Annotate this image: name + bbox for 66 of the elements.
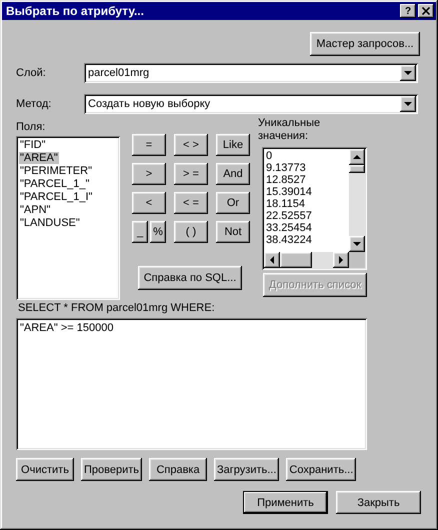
field-item[interactable]: "AREA" — [19, 152, 59, 164]
operator-button[interactable]: And — [216, 163, 250, 185]
operator-button[interactable]: = — [132, 134, 166, 156]
operator-button[interactable]: _ — [132, 221, 148, 243]
operator-button[interactable]: > = — [174, 163, 208, 185]
triangle-up-icon — [353, 155, 361, 159]
field-item[interactable]: "FID" — [19, 139, 47, 151]
scroll-thumb[interactable] — [280, 252, 312, 268]
value-item[interactable]: 18.1154 — [266, 198, 347, 210]
operator-button[interactable]: Like — [216, 134, 250, 156]
help-button[interactable]: ? — [400, 4, 416, 18]
layer-label: Слой: — [15, 67, 47, 79]
field-item[interactable]: "APN" — [19, 204, 52, 216]
sql-help-button[interactable]: Справка по SQL... — [138, 266, 242, 290]
action-button[interactable]: Загрузить... — [214, 458, 280, 481]
field-item[interactable]: "PERIMETER" — [19, 165, 93, 177]
value-item[interactable]: 33.25454 — [266, 222, 347, 234]
window-title: Выбрать по атрибуту... — [6, 4, 145, 18]
action-button[interactable]: Сохранить... — [286, 458, 356, 481]
scroll-down-button[interactable] — [349, 236, 365, 252]
operator-button[interactable]: < > — [174, 134, 208, 156]
operator-button[interactable]: Or — [216, 192, 250, 214]
close-button[interactable] — [418, 4, 434, 18]
close-icon — [422, 7, 430, 15]
value-item[interactable]: 12.8527 — [266, 174, 347, 186]
horizontal-scrollbar[interactable] — [264, 252, 349, 268]
dropdown-arrow-button[interactable] — [400, 65, 416, 81]
triangle-down-icon — [404, 71, 412, 75]
value-item[interactable]: 38.43224 — [266, 234, 347, 246]
triangle-down-icon — [404, 102, 412, 106]
scroll-right-button[interactable] — [333, 252, 349, 268]
operator-button[interactable]: < — [132, 192, 166, 214]
query-wizard-button[interactable]: Мастер запросов... — [310, 32, 420, 56]
dialog-button[interactable]: Закрыть — [336, 491, 421, 514]
action-button[interactable]: Очистить — [16, 458, 74, 481]
query-field[interactable]: "AREA" >= 150000 — [16, 318, 367, 450]
operator-button[interactable]: > — [132, 163, 166, 185]
action-button[interactable]: Проверить — [81, 458, 142, 481]
scrollbar-corner — [349, 252, 365, 268]
action-button[interactable]: Справка — [149, 458, 208, 481]
operator-button[interactable]: Not — [216, 221, 250, 243]
fields-label: Поля: — [16, 121, 46, 133]
dropdown-arrow-button[interactable] — [400, 96, 416, 112]
scroll-up-button[interactable] — [349, 149, 365, 165]
triangle-right-icon — [339, 256, 343, 264]
method-dropdown[interactable]: Создать новую выборку — [84, 94, 418, 114]
vertical-scrollbar[interactable] — [349, 149, 365, 252]
scroll-left-button[interactable] — [264, 252, 280, 268]
method-label: Метод: — [15, 98, 52, 110]
scroll-thumb[interactable] — [349, 165, 365, 173]
triangle-down-icon — [353, 242, 361, 246]
value-item[interactable]: 15.39014 — [266, 186, 347, 198]
operator-button[interactable]: % — [150, 221, 166, 243]
value-item[interactable]: 9.13773 — [266, 162, 347, 174]
field-item[interactable]: "LANDUSE" — [19, 217, 81, 229]
query-label: SELECT * FROM parcel01mrg WHERE: — [18, 302, 216, 314]
layer-dropdown[interactable]: parcel01mrg — [84, 63, 418, 83]
triangle-left-icon — [270, 256, 274, 264]
value-item[interactable]: 22.52557 — [266, 210, 347, 222]
field-item[interactable]: "PARCEL_1_" — [19, 178, 90, 190]
value-item[interactable]: 0 — [266, 150, 347, 162]
operator-button[interactable]: < = — [174, 192, 208, 214]
field-item[interactable]: "PARCEL_1_I" — [19, 191, 94, 203]
dialog-button[interactable]: Применить — [243, 491, 328, 514]
unique-values-label: Уникальные значения: — [258, 117, 322, 143]
operator-button[interactable]: ( ) — [174, 221, 208, 243]
